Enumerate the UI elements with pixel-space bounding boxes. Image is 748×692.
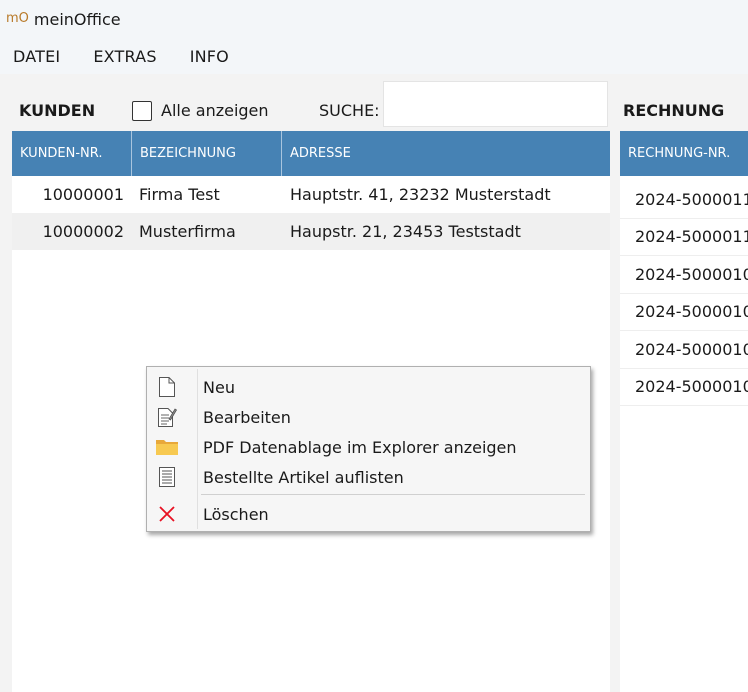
edit-document-icon [155, 405, 179, 429]
search-input[interactable] [383, 81, 608, 127]
table-row[interactable]: 2024-5000010 [620, 331, 748, 369]
column-header-kunden-nr[interactable]: KUNDEN-NR. [12, 131, 132, 176]
app-title: meinOffice [33, 9, 121, 29]
context-menu: Neu Bearbeiten PDF Datenablage im Explor… [146, 366, 591, 532]
table-row[interactable]: 2024-5000011 [620, 219, 748, 256]
column-header-bezeichnung[interactable]: BEZEICHNUNG [132, 131, 282, 176]
menu-item-label: Bearbeiten [203, 407, 291, 427]
menu-item-neu[interactable]: Neu [147, 372, 590, 402]
table-row[interactable]: 2024-5000010 [620, 294, 748, 331]
column-header-adresse[interactable]: ADRESSE [282, 131, 610, 176]
menu-extras[interactable]: EXTRAS [80, 47, 169, 66]
menu-datei[interactable]: DATEI [0, 47, 73, 66]
cell-kunden-nr: 10000002 [42, 222, 124, 241]
table-row[interactable]: 2024-5000010 [620, 256, 748, 294]
kunden-heading: KUNDEN [19, 101, 96, 120]
menu-bar: DATEI EXTRAS INFO [0, 38, 748, 74]
menu-item-bestellte-artikel[interactable]: Bestellte Artikel auflisten [147, 462, 590, 492]
menu-item-bearbeiten[interactable]: Bearbeiten [147, 402, 590, 432]
table-row[interactable]: 10000001 Firma Test Hauptstr. 41, 23232 … [12, 176, 610, 213]
table-row[interactable]: 10000002 Musterfirma Haupstr. 21, 23453 … [12, 213, 610, 250]
rechnung-heading: RECHNUNG [623, 101, 725, 120]
kunden-grid-header: KUNDEN-NR. BEZEICHNUNG ADRESSE [12, 131, 610, 176]
table-row[interactable]: 2024-5000011 [620, 181, 748, 219]
menu-item-label: Löschen [203, 504, 269, 524]
menu-item-label: PDF Datenablage im Explorer anzeigen [203, 437, 517, 457]
show-all-label[interactable]: Alle anzeigen [161, 101, 269, 120]
cell-bezeichnung: Musterfirma [139, 222, 236, 241]
app-logo: mO [6, 10, 29, 26]
table-row[interactable]: 2024-5000010 [620, 369, 748, 406]
cell-bezeichnung: Firma Test [139, 185, 220, 204]
menu-item-pdf-datenablage[interactable]: PDF Datenablage im Explorer anzeigen [147, 432, 590, 462]
show-all-checkbox[interactable] [132, 101, 152, 121]
menu-info[interactable]: INFO [177, 47, 242, 66]
folder-icon [155, 435, 179, 459]
menu-item-loeschen[interactable]: Löschen [147, 499, 590, 529]
menu-item-label: Bestellte Artikel auflisten [203, 467, 404, 487]
column-header-rechnung-nr[interactable]: RECHNUNG-NR. [620, 131, 748, 176]
title-bar: mO meinOffice [0, 0, 748, 38]
menu-item-label: Neu [203, 377, 235, 397]
list-document-icon [155, 465, 179, 489]
cell-kunden-nr: 10000001 [42, 185, 124, 204]
menu-separator [201, 494, 585, 495]
new-document-icon [155, 375, 179, 399]
cell-adresse: Haupstr. 21, 23453 Teststadt [290, 222, 521, 241]
rechnung-grid[interactable]: RECHNUNG-NR. 2024-5000011 2024-5000011 2… [620, 131, 748, 692]
cell-adresse: Hauptstr. 41, 23232 Musterstadt [290, 185, 551, 204]
delete-icon [155, 502, 179, 526]
search-label: SUCHE: [319, 101, 380, 120]
